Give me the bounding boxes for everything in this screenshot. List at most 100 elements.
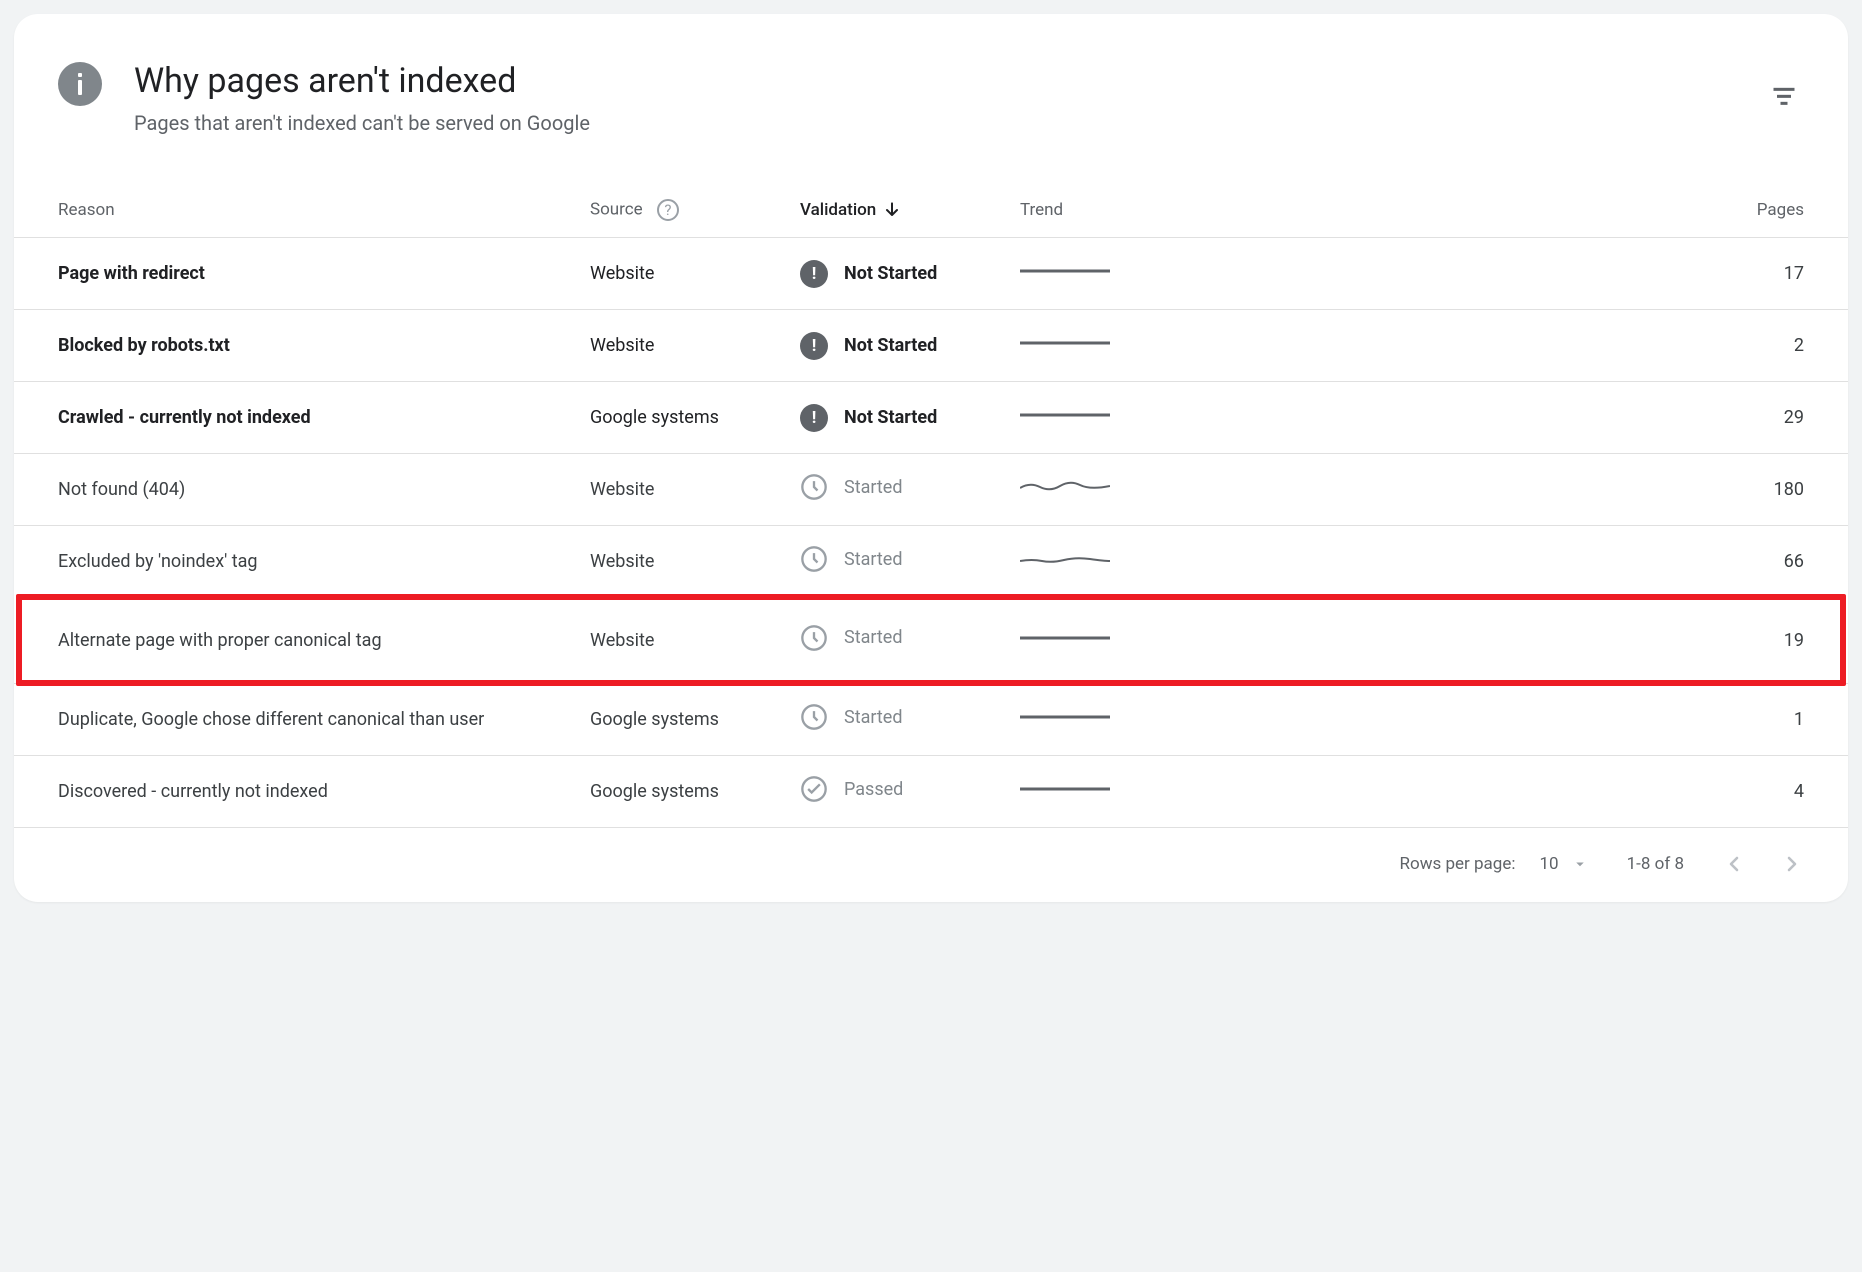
table-row[interactable]: Page with redirectWebsite! Not Started 17 xyxy=(14,237,1848,309)
filter-icon xyxy=(1770,82,1798,110)
exclamation-icon: ! xyxy=(800,404,828,432)
cell-reason: Crawled - currently not indexed xyxy=(58,407,590,428)
table-row[interactable]: Blocked by robots.txtWebsite! Not Started… xyxy=(14,309,1848,381)
cell-pages: 29 xyxy=(1150,407,1804,428)
cell-pages: 19 xyxy=(1150,630,1804,651)
col-header-pages[interactable]: Pages xyxy=(1150,200,1804,220)
rows-per-page-select[interactable]: 10 xyxy=(1539,854,1588,874)
trend-sparkline xyxy=(1020,780,1110,798)
validation-label: Not Started xyxy=(844,407,937,428)
cell-source: Google systems xyxy=(590,407,800,428)
cell-reason: Page with redirect xyxy=(58,263,590,284)
source-help-icon[interactable]: ? xyxy=(657,199,679,221)
cell-pages: 4 xyxy=(1150,781,1804,802)
cell-trend xyxy=(1020,629,1150,652)
table-row[interactable]: Duplicate, Google chose different canoni… xyxy=(14,683,1848,755)
cell-source: Google systems xyxy=(590,781,800,802)
cell-validation: Started xyxy=(800,624,1020,657)
cell-pages: 17 xyxy=(1150,263,1804,284)
validation-label: Not Started xyxy=(844,263,937,284)
table-row[interactable]: Discovered - currently not indexedGoogle… xyxy=(14,755,1848,827)
validation-label: Started xyxy=(844,549,903,570)
cell-trend xyxy=(1020,708,1150,731)
cell-pages: 66 xyxy=(1150,551,1804,572)
validation-label: Passed xyxy=(844,779,903,800)
cell-reason: Not found (404) xyxy=(58,479,590,500)
validation-label: Started xyxy=(844,707,903,728)
cell-validation: Started xyxy=(800,545,1020,578)
cell-pages: 2 xyxy=(1150,335,1804,356)
cell-reason: Alternate page with proper canonical tag xyxy=(58,630,590,651)
cell-trend xyxy=(1020,334,1150,357)
cell-validation: ! Not Started xyxy=(800,332,1020,360)
validation-label: Started xyxy=(844,477,903,498)
table-row[interactable]: Crawled - currently not indexedGoogle sy… xyxy=(14,381,1848,453)
clock-icon xyxy=(800,473,828,501)
exclamation-icon: ! xyxy=(800,332,828,360)
cell-reason: Blocked by robots.txt xyxy=(58,335,590,356)
trend-sparkline xyxy=(1020,406,1110,424)
col-header-source-label: Source xyxy=(590,200,643,220)
table-row[interactable]: Not found (404)Website Started 180 xyxy=(14,453,1848,525)
header-text: Why pages aren't indexed Pages that aren… xyxy=(134,62,1770,135)
table-footer: Rows per page: 10 1-8 of 8 xyxy=(14,827,1848,902)
cell-source: Website xyxy=(590,630,800,651)
cell-reason: Excluded by 'noindex' tag xyxy=(58,551,590,572)
info-icon xyxy=(58,62,102,106)
exclamation-icon: ! xyxy=(800,260,828,288)
cell-validation: Started xyxy=(800,703,1020,736)
col-header-validation-label: Validation xyxy=(800,200,876,220)
col-header-reason[interactable]: Reason xyxy=(58,200,590,220)
dropdown-caret-icon xyxy=(1571,855,1589,873)
pagination-nav xyxy=(1722,852,1804,876)
trend-sparkline xyxy=(1020,708,1110,726)
table-header: Reason Source ? Validation Trend Pages xyxy=(14,159,1848,237)
cell-trend xyxy=(1020,262,1150,285)
cell-reason: Discovered - currently not indexed xyxy=(58,781,590,802)
cell-trend xyxy=(1020,478,1150,501)
card-title: Why pages aren't indexed xyxy=(134,62,1770,101)
cell-validation: ! Not Started xyxy=(800,260,1020,288)
table-row[interactable]: Alternate page with proper canonical tag… xyxy=(16,594,1846,686)
clock-icon xyxy=(800,624,828,652)
cell-validation: Passed xyxy=(800,775,1020,808)
pagination-range: 1-8 of 8 xyxy=(1627,854,1684,874)
validation-label: Started xyxy=(844,627,903,648)
trend-sparkline xyxy=(1020,262,1110,280)
table-row[interactable]: Excluded by 'noindex' tagWebsite Started 6… xyxy=(14,525,1848,597)
cell-validation: Started xyxy=(800,473,1020,506)
filter-button[interactable] xyxy=(1770,62,1812,115)
cell-source: Website xyxy=(590,335,800,356)
validation-label: Not Started xyxy=(844,335,937,356)
sort-desc-icon xyxy=(882,200,902,220)
col-header-validation[interactable]: Validation xyxy=(800,200,1020,220)
cell-source: Website xyxy=(590,263,800,284)
col-header-trend[interactable]: Trend xyxy=(1020,200,1150,220)
rows-per-page-label: Rows per page: xyxy=(1400,854,1516,874)
cell-trend xyxy=(1020,550,1150,573)
cell-pages: 180 xyxy=(1150,479,1804,500)
trend-sparkline xyxy=(1020,550,1110,568)
next-page-button[interactable] xyxy=(1780,852,1804,876)
cell-trend xyxy=(1020,780,1150,803)
rows-per-page-value: 10 xyxy=(1539,854,1558,874)
clock-icon xyxy=(800,703,828,731)
card-subtitle: Pages that aren't indexed can't be serve… xyxy=(134,111,1770,135)
col-header-source[interactable]: Source ? xyxy=(590,199,800,221)
table-body: Page with redirectWebsite!Not Started17B… xyxy=(14,237,1848,827)
cell-reason: Duplicate, Google chose different canoni… xyxy=(58,709,590,730)
trend-sparkline xyxy=(1020,478,1110,496)
cell-source: Website xyxy=(590,479,800,500)
cell-source: Website xyxy=(590,551,800,572)
cell-validation: ! Not Started xyxy=(800,404,1020,432)
rows-per-page: Rows per page: 10 xyxy=(1400,854,1589,874)
cell-source: Google systems xyxy=(590,709,800,730)
cell-pages: 1 xyxy=(1150,709,1804,730)
check-circle-icon xyxy=(800,775,828,803)
trend-sparkline xyxy=(1020,334,1110,352)
cell-trend xyxy=(1020,406,1150,429)
indexing-reasons-card: Why pages aren't indexed Pages that aren… xyxy=(14,14,1848,902)
prev-page-button[interactable] xyxy=(1722,852,1746,876)
clock-icon xyxy=(800,545,828,573)
card-header: Why pages aren't indexed Pages that aren… xyxy=(14,14,1848,159)
